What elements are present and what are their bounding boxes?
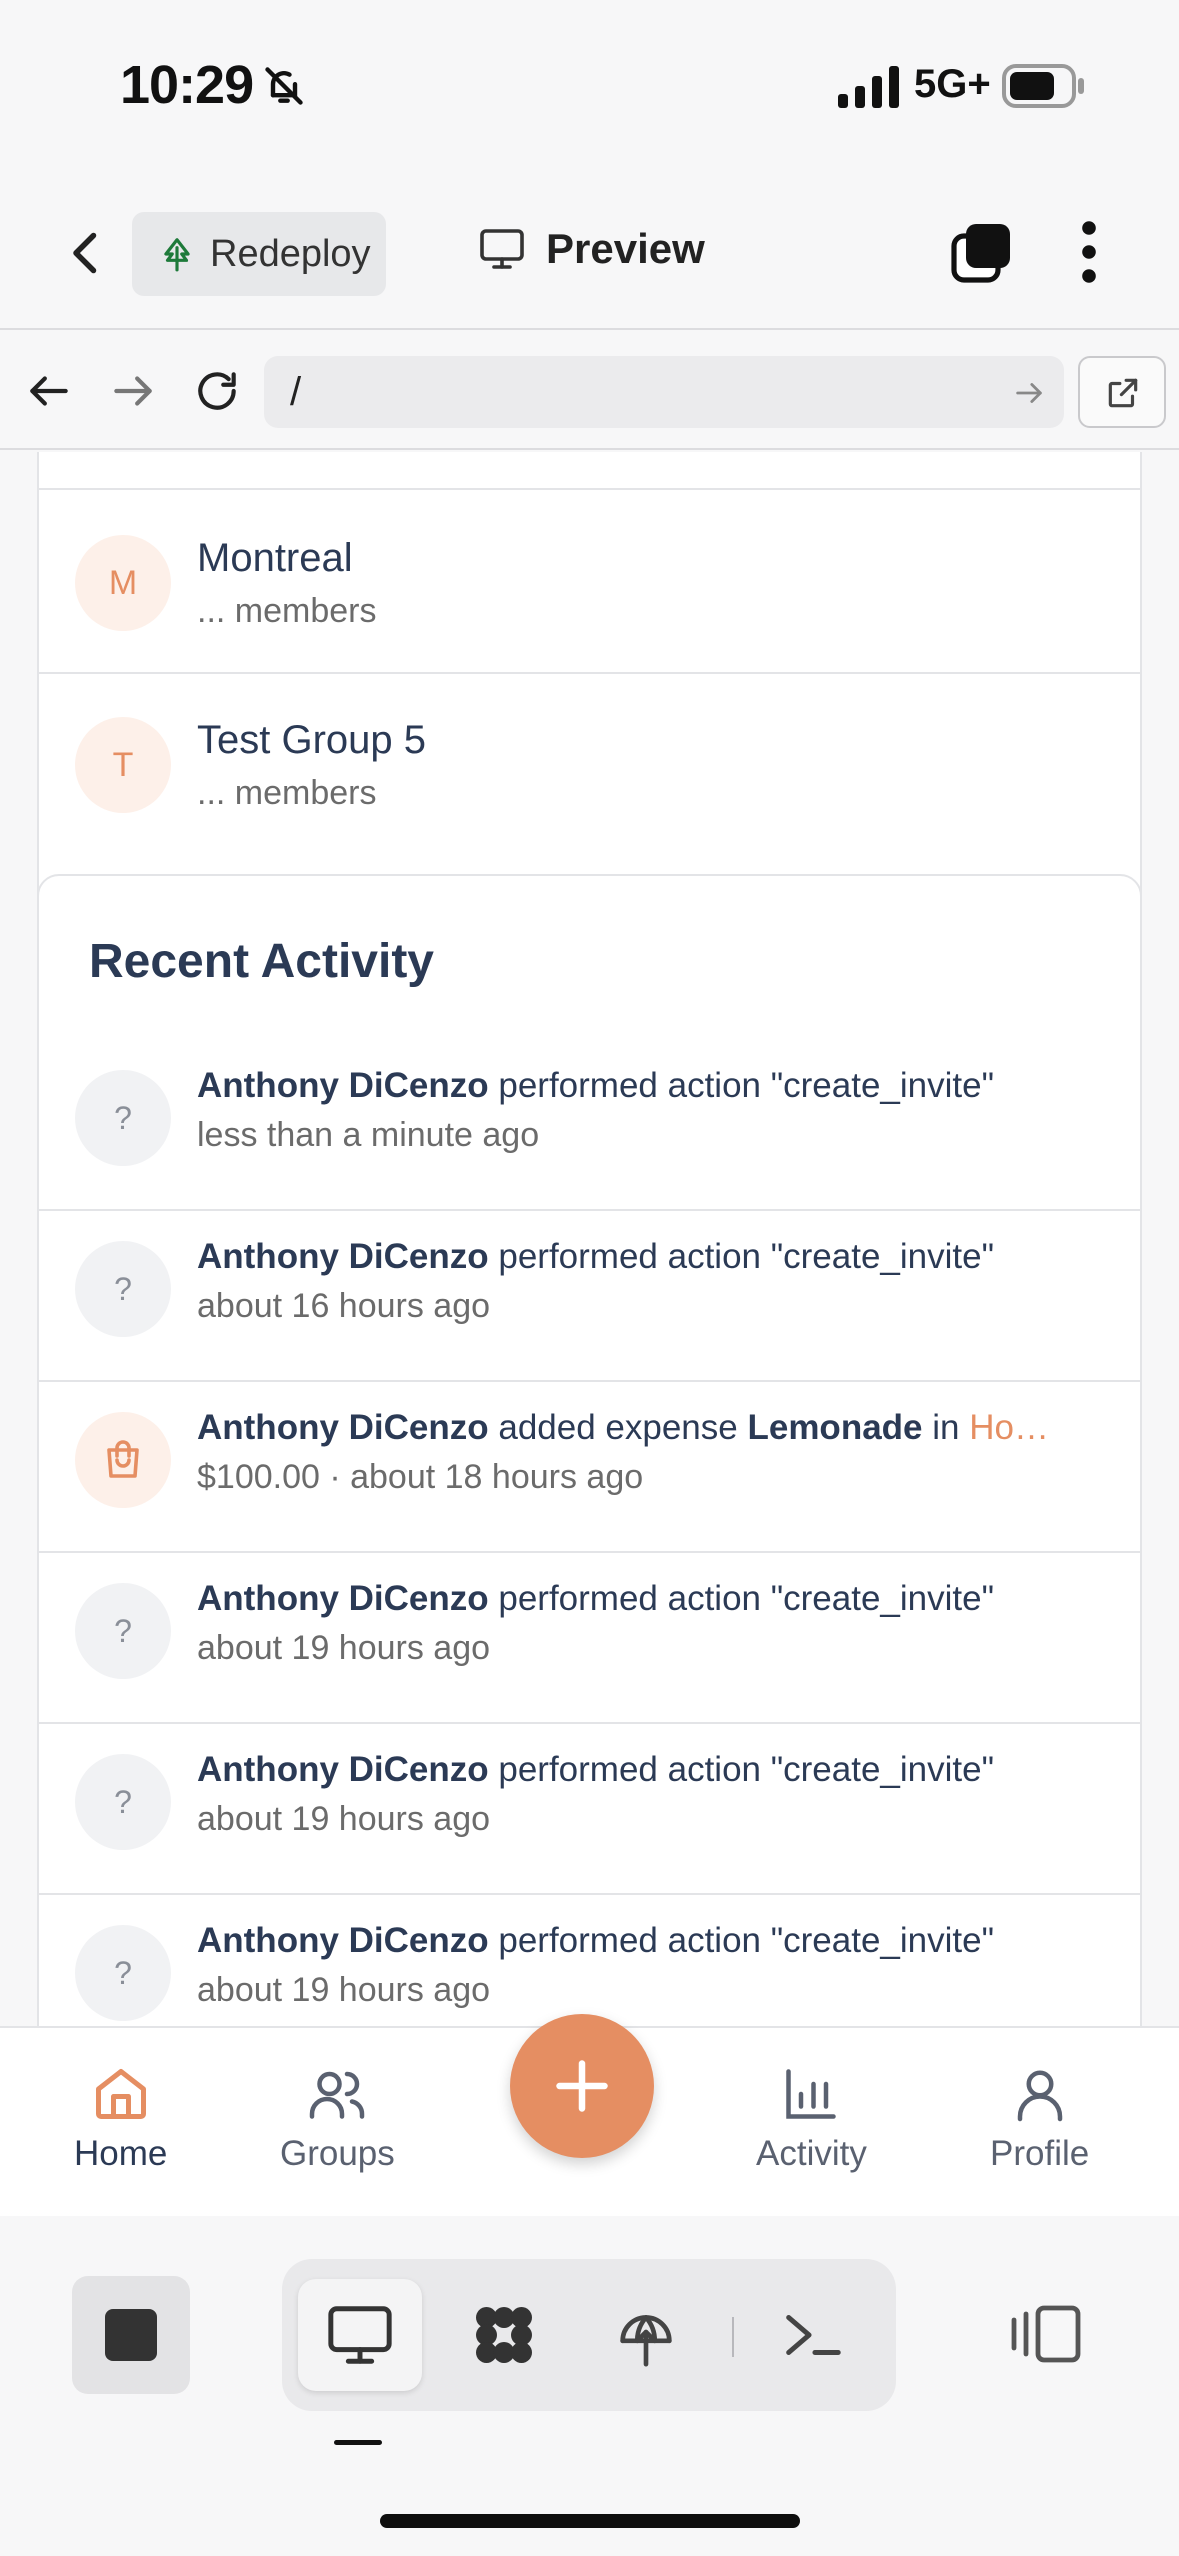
page-content: M Montreal ... members T Test Group 5 ..… (0, 452, 1179, 2026)
browser-bar: / (0, 332, 1179, 450)
open-external-button[interactable] (1078, 356, 1166, 428)
signal-icon (838, 66, 899, 108)
tab-label: Groups (280, 2134, 395, 2173)
add-button[interactable] (510, 2014, 654, 2158)
activity-time: about 16 hours ago (197, 1287, 491, 1325)
group-members: ... members (197, 592, 377, 630)
windows-stack-icon[interactable] (950, 220, 1014, 284)
group-row-partial (39, 452, 1140, 490)
activity-time: about 19 hours ago (197, 1971, 491, 2009)
redeploy-button[interactable]: Redeploy (132, 212, 386, 296)
dev-tool-group (282, 2259, 896, 2411)
unknown-action-icon: ? (75, 1925, 171, 2021)
active-tool-indicator (334, 2440, 382, 2445)
activity-text: Anthony DiCenzo performed action "create… (197, 1579, 995, 1618)
activity-text: Anthony DiCenzo performed action "create… (197, 1921, 995, 1960)
grid-blob-icon (476, 2307, 532, 2363)
activity-text: Anthony DiCenzo performed action "create… (197, 1750, 995, 1789)
activity-time: less than a minute ago (197, 1116, 540, 1154)
network-type: 5G+ (914, 62, 991, 106)
group-avatar: M (75, 535, 171, 631)
home-indicator (380, 2514, 800, 2528)
tab-activity[interactable]: Activity (756, 2064, 867, 2174)
url-input[interactable]: / (264, 356, 1064, 428)
activity-time: about 19 hours ago (197, 1800, 491, 1838)
tab-home[interactable]: Home (74, 2064, 167, 2174)
globe-upload-icon (620, 2315, 672, 2367)
activity-text: Anthony DiCenzo performed action "create… (197, 1237, 995, 1276)
unknown-action-icon: ? (75, 1583, 171, 1679)
status-time: 10:29 (120, 55, 254, 115)
monitor-icon (480, 229, 524, 269)
sidebar-panel-icon[interactable] (1010, 2302, 1082, 2366)
activity-item[interactable]: ? Anthony DiCenzo performed action "crea… (39, 1895, 1140, 2026)
bottom-tab-bar: Home Groups Activity Profile (0, 2014, 1179, 2216)
redeploy-label: Redeploy (210, 232, 371, 275)
plus-icon (556, 2060, 608, 2112)
section-title: Recent Activity (89, 935, 434, 988)
bar-chart-icon (786, 2069, 837, 2119)
external-link-icon (1108, 378, 1138, 408)
group-name: Test Group 5 (197, 718, 427, 762)
shopping-bag-icon (75, 1412, 171, 1508)
group-row[interactable]: M Montreal ... members (39, 492, 1140, 674)
preview-tool-button[interactable] (298, 2279, 422, 2391)
battery-icon (1002, 64, 1084, 108)
group-row[interactable]: T Test Group 5 ... members (39, 676, 1140, 858)
user-icon (1017, 2070, 1062, 2122)
activity-text: Anthony DiCenzo performed action "create… (197, 1066, 995, 1105)
deploy-tool-button[interactable] (584, 2279, 708, 2391)
arrow-left-icon[interactable] (24, 366, 74, 416)
tab-groups[interactable]: Groups (280, 2064, 395, 2174)
home-icon (95, 2069, 146, 2119)
activity-item[interactable]: ? Anthony DiCenzo performed action "crea… (39, 1724, 1140, 1895)
tab-label: Activity (756, 2134, 867, 2173)
tab-label: Profile (990, 2134, 1090, 2173)
unknown-action-icon: ? (75, 1241, 171, 1337)
group-members: ... members (197, 774, 377, 812)
activity-time: about 19 hours ago (197, 1629, 491, 1667)
divider (732, 2317, 734, 2357)
recent-activity-card: Recent Activity ? Anthony DiCenzo perfor… (37, 874, 1142, 2026)
activity-text: Anthony DiCenzo added expense Lemonade i… (197, 1408, 1049, 1447)
group-avatar: T (75, 717, 171, 813)
stop-icon (105, 2309, 157, 2361)
unknown-action-icon: ? (75, 1070, 171, 1166)
terminal-icon (786, 2315, 841, 2355)
dev-toolbar (0, 2216, 1179, 2556)
integrations-tool-button[interactable] (442, 2279, 566, 2391)
preview-tab[interactable]: Preview (478, 225, 705, 273)
tab-profile[interactable]: Profile (990, 2064, 1089, 2174)
url-text: / (290, 370, 302, 414)
status-bar: 10:29 5G+ (0, 0, 1179, 175)
activity-item[interactable]: ? Anthony DiCenzo performed action "crea… (39, 1553, 1140, 1724)
arrow-right-icon[interactable] (108, 366, 158, 416)
bell-muted-icon (265, 67, 303, 105)
users-icon (310, 2071, 365, 2119)
tree-icon (164, 238, 190, 272)
go-arrow-icon[interactable] (1012, 376, 1046, 410)
activity-item[interactable]: ? Anthony DiCenzo performed action "crea… (39, 1211, 1140, 1382)
chevron-left-icon[interactable] (56, 223, 116, 283)
monitor-icon (328, 2306, 392, 2364)
app-toolbar: Redeploy Preview (0, 175, 1179, 330)
activity-item[interactable]: ? Anthony DiCenzo performed action "crea… (39, 1040, 1140, 1211)
reload-icon[interactable] (192, 366, 242, 416)
more-vertical-icon[interactable] (1066, 220, 1112, 284)
group-name: Montreal (197, 536, 353, 580)
stop-button[interactable] (72, 2276, 190, 2394)
tab-label: Home (74, 2134, 168, 2173)
activity-time: $100.00 · about 18 hours ago (197, 1458, 644, 1496)
activity-item[interactable]: Anthony DiCenzo added expense Lemonade i… (39, 1382, 1140, 1553)
unknown-action-icon: ? (75, 1754, 171, 1850)
terminal-tool-button[interactable] (750, 2279, 874, 2391)
preview-label: Preview (546, 225, 705, 272)
